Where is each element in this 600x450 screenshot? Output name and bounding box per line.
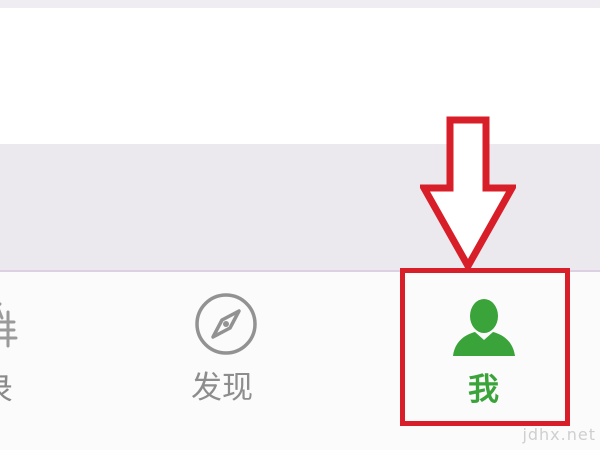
contacts-icon: [0, 302, 24, 350]
watermark: jdhx.net: [522, 425, 596, 444]
bottom-tab-bar: 录 发现 我: [0, 270, 600, 450]
tab-me[interactable]: 我: [400, 272, 570, 448]
tab-me-label: 我: [468, 372, 499, 408]
tab-contacts-label: 录: [0, 372, 13, 408]
tab-contacts[interactable]: 录: [0, 272, 30, 448]
content-area: [0, 8, 600, 144]
person-icon: [451, 298, 517, 358]
tab-discover-label: 发现: [191, 370, 253, 406]
gray-band: [0, 144, 600, 270]
tab-discover[interactable]: 发现: [170, 272, 280, 448]
top-strip: [0, 0, 600, 8]
compass-icon: [194, 292, 258, 356]
